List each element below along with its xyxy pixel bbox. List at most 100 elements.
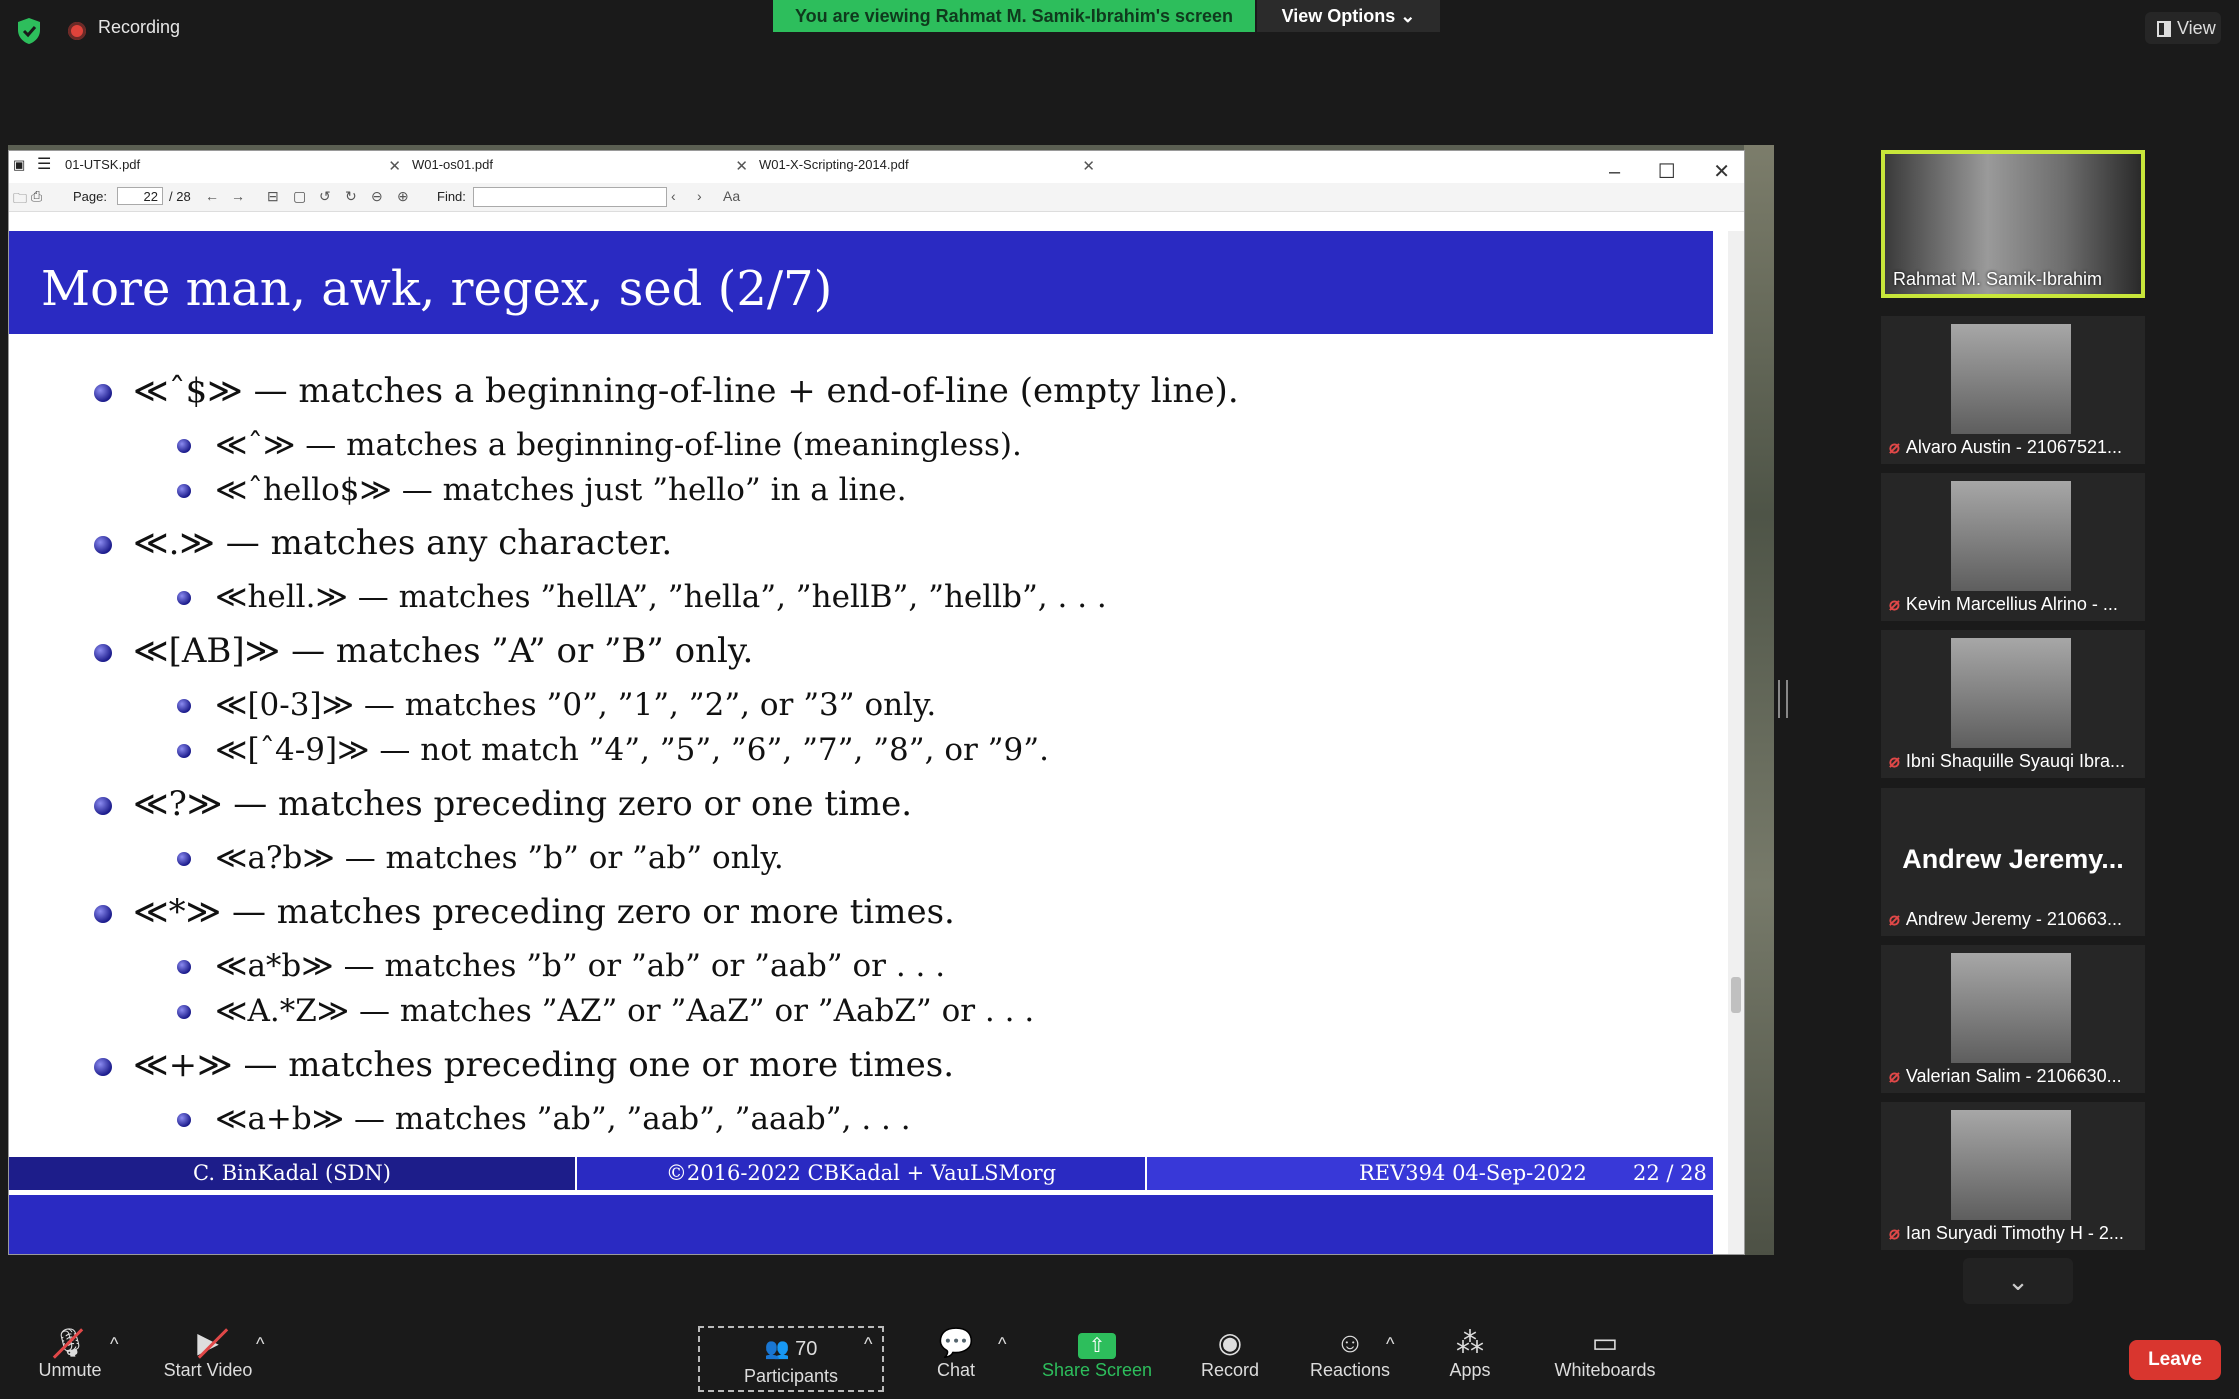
bullet-line: ≪a+b≫ — matches ”ab”, ”aab”, ”aaab”, . .… xyxy=(215,1101,911,1137)
vertical-scrollbar[interactable] xyxy=(1728,231,1744,1254)
unmute-button[interactable]: 🎙 Unmute xyxy=(30,1326,110,1381)
chat-button[interactable]: 💬 Chat xyxy=(916,1326,996,1381)
start-video-button[interactable]: ▶ Start Video xyxy=(150,1326,266,1381)
match-case-icon[interactable]: Aa xyxy=(723,188,740,204)
video-tile[interactable]: ⌀ Valerian Salim - 2106630... xyxy=(1881,945,2145,1093)
chevron-down-icon[interactable]: ⌄ xyxy=(1963,1258,2073,1304)
muted-mic-icon: ⌀ xyxy=(1889,1223,1900,1243)
pdf-tab-bar: ▣ ☰ 01-UTSK.pdf ✕ W01-os01.pdf ✕ W01-X-S… xyxy=(9,151,1744,183)
menu-icon[interactable]: ☰ xyxy=(37,154,51,176)
whiteboards-label: Whiteboards xyxy=(1554,1360,1656,1380)
close-icon[interactable]: ✕ xyxy=(388,157,401,175)
next-slide-title-bar xyxy=(9,1195,1713,1254)
share-screen-label: Share Screen xyxy=(1041,1360,1153,1380)
view-button[interactable]: View xyxy=(2145,12,2221,44)
participant-video xyxy=(1951,638,2071,748)
close-icon[interactable]: ✕ xyxy=(735,157,748,175)
participants-button[interactable]: 👥 70 Participants xyxy=(698,1326,884,1392)
whiteboards-button[interactable]: ▭ Whiteboards xyxy=(1546,1326,1664,1381)
reactions-icon: ☺ xyxy=(1335,1327,1365,1358)
tab-label: W01-X-Scripting-2014.pdf xyxy=(759,157,909,172)
zoom-in-icon[interactable]: ⊕ xyxy=(397,188,409,205)
chevron-up-icon[interactable]: ^ xyxy=(256,1334,264,1355)
maximize-icon[interactable]: ☐ xyxy=(1658,161,1676,183)
bullet-line: ≪[0-3]≫ — matches ”0”, ”1”, ”2”, or ”3” … xyxy=(215,687,937,723)
participant-video xyxy=(1951,953,2071,1063)
bullet-icon xyxy=(94,536,112,554)
video-tile[interactable]: ⌀ Ian Suryadi Timothy H - 2... xyxy=(1881,1102,2145,1250)
participant-big-name: Andrew Jeremy... xyxy=(1902,844,2124,874)
video-tile[interactable]: ⌀ Alvaro Austin - 21067521... xyxy=(1881,316,2145,464)
tab-label: W01-os01.pdf xyxy=(412,157,493,172)
bullet-line: ≪a*b≫ — matches ”b” or ”ab” or ”aab” or … xyxy=(215,948,946,984)
reactions-button[interactable]: ☺ Reactions xyxy=(1302,1326,1398,1381)
participant-name-row: ⌀ Alvaro Austin - 21067521... xyxy=(1889,437,2122,458)
open-folder-icon[interactable]: 🗀 xyxy=(13,188,27,212)
rotate-left-icon[interactable]: ↺ xyxy=(319,188,331,205)
bullet-icon xyxy=(177,439,191,453)
page-number-input[interactable]: 22 xyxy=(117,187,163,205)
find-input[interactable] xyxy=(473,187,667,207)
footer-page: 22 / 28 xyxy=(1633,1161,1707,1185)
chevron-up-icon[interactable]: ^ xyxy=(110,1334,118,1355)
tab-w01-x-scripting[interactable]: W01-X-Scripting-2014.pdf ✕ xyxy=(759,157,1095,179)
print-icon[interactable]: ⎙ xyxy=(31,188,42,205)
footer-right: REV394 04-Sep-2022 22 / 28 xyxy=(1147,1157,1713,1190)
muted-mic-icon: ⌀ xyxy=(1889,437,1900,457)
video-off-icon: ▶ xyxy=(197,1327,219,1358)
start-video-label: Start Video xyxy=(163,1360,253,1380)
viewing-screen-banner: You are viewing Rahmat M. Samik-Ibrahim'… xyxy=(773,0,1255,32)
resize-handle[interactable] xyxy=(1778,680,1788,718)
participant-name: Alvaro Austin - 21067521... xyxy=(1905,437,2122,457)
bullet-icon xyxy=(177,1113,191,1127)
bullet-icon xyxy=(94,644,112,662)
fit-page-icon[interactable]: ⊟ xyxy=(267,188,279,205)
whiteboard-icon: ▭ xyxy=(1591,1327,1619,1358)
zoom-out-icon[interactable]: ⊖ xyxy=(371,188,383,205)
leave-button[interactable]: Leave xyxy=(2129,1340,2221,1380)
bullet-line: ≪?≫ — matches preceding zero or one time… xyxy=(133,784,913,824)
video-tile[interactable]: ⌀ Kevin Marcellius Alrino - ... xyxy=(1881,473,2145,621)
security-shield-icon[interactable] xyxy=(14,16,44,46)
participant-name: Valerian Salim - 2106630... xyxy=(1905,1066,2122,1086)
close-icon[interactable]: ✕ xyxy=(1082,157,1095,175)
find-label: Find: xyxy=(437,189,466,204)
chevron-up-icon[interactable]: ^ xyxy=(864,1334,872,1355)
minimize-icon[interactable]: – xyxy=(1609,161,1620,183)
next-page-icon[interactable]: → xyxy=(231,188,245,204)
rotate-right-icon[interactable]: ↻ xyxy=(345,188,357,205)
apps-button[interactable]: ⁂ Apps xyxy=(1430,1326,1510,1381)
bullet-icon xyxy=(177,1005,191,1019)
participant-name: Ibni Shaquille Syauqi Ibra... xyxy=(1905,751,2125,771)
scroll-thumb[interactable] xyxy=(1731,977,1741,1013)
fit-width-icon[interactable]: ▢ xyxy=(293,188,306,205)
slide-title: More man, awk, regex, sed (2/7) xyxy=(41,261,833,317)
record-button[interactable]: ◉ Record xyxy=(1190,1326,1270,1381)
record-label: Record xyxy=(1200,1360,1260,1380)
chevron-up-icon[interactable]: ^ xyxy=(1386,1334,1394,1355)
video-tile[interactable]: Andrew Jeremy... ⌀ Andrew Jeremy - 210663… xyxy=(1881,788,2145,936)
bullet-icon xyxy=(177,591,191,605)
bullet-line: ≪hell.≫ — matches ”hellA”, ”hella”, ”hel… xyxy=(215,579,1107,615)
bullet-line: ≪+≫ — matches preceding one or more time… xyxy=(133,1045,955,1085)
bullet-icon xyxy=(177,699,191,713)
share-screen-button[interactable]: ⇧ Share Screen xyxy=(1036,1326,1158,1381)
share-screen-icon: ⇧ xyxy=(1036,1326,1158,1360)
bullet-line: ≪a?b≫ — matches ”b” or ”ab” only. xyxy=(215,840,784,876)
bullet-line: ≪A.*Z≫ — matches ”AZ” or ”AaZ” or ”AabZ”… xyxy=(215,993,1035,1029)
participant-name: Andrew Jeremy - 210663... xyxy=(1905,909,2122,929)
video-tile-host[interactable]: Rahmat M. Samik-Ibrahim xyxy=(1881,150,2145,298)
video-tile[interactable]: ⌀ Ibni Shaquille Syauqi Ibra... xyxy=(1881,630,2145,778)
find-next-icon[interactable]: › xyxy=(697,188,702,204)
find-prev-icon[interactable]: ‹ xyxy=(671,188,676,204)
reactions-label: Reactions xyxy=(1309,1360,1391,1380)
prev-page-icon[interactable]: ← xyxy=(205,188,219,204)
view-options-button[interactable]: View Options ⌄ xyxy=(1257,0,1440,32)
tab-w01-os01[interactable]: W01-os01.pdf ✕ xyxy=(412,157,748,179)
tab-01-utsk[interactable]: 01-UTSK.pdf ✕ xyxy=(65,157,401,179)
participant-name-row: ⌀ Kevin Marcellius Alrino - ... xyxy=(1889,594,2118,615)
participant-video xyxy=(1951,324,2071,434)
close-window-icon[interactable]: ✕ xyxy=(1713,161,1730,183)
bullet-line: ≪ˆhello$≫ — matches just ”hello” in a li… xyxy=(215,472,907,508)
chevron-up-icon[interactable]: ^ xyxy=(998,1334,1006,1355)
